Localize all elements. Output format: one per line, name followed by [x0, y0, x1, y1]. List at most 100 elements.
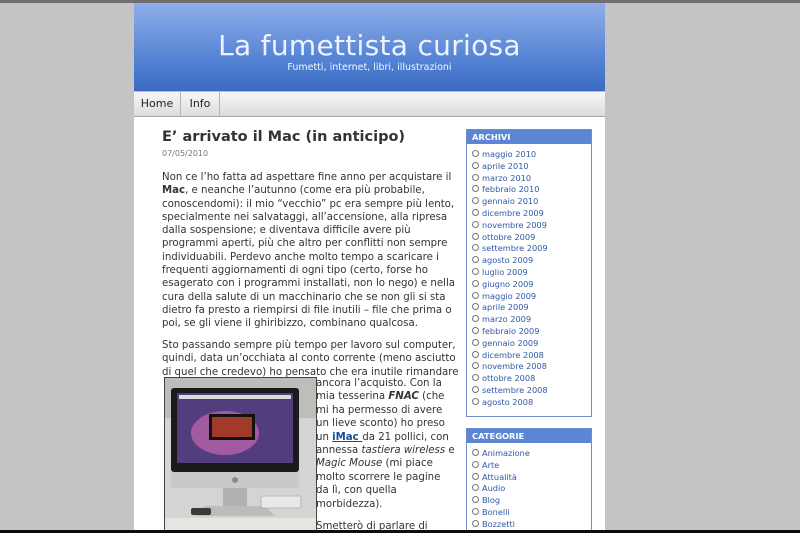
bullet-icon	[472, 397, 479, 405]
category-item[interactable]: Attualità	[472, 472, 591, 484]
archive-item[interactable]: agosto 2008	[472, 397, 591, 409]
bullet-icon	[472, 350, 479, 358]
bullet-icon	[472, 173, 479, 181]
post-paragraph-2: Sto passando sempre più tempo per lavoro…	[162, 339, 459, 379]
text-line: Non ce l’ho fatta ad aspettare fine anno…	[162, 172, 452, 183]
post-date: 07/05/2010	[162, 149, 209, 158]
text-line: ancora l’acquisto. Con la	[316, 378, 442, 389]
bullet-icon	[472, 472, 479, 480]
category-item[interactable]: Arte	[472, 460, 591, 472]
archive-item[interactable]: dicembre 2009	[472, 208, 591, 220]
archive-item[interactable]: novembre 2009	[472, 220, 591, 232]
category-item-label: Bozzetti	[482, 518, 515, 529]
imac-link[interactable]: iMac	[332, 432, 362, 443]
archive-item[interactable]: maggio 2009	[472, 291, 591, 303]
archive-item-label: settembre 2009	[482, 243, 548, 254]
bold-text: Mac	[162, 185, 186, 197]
text-line: programmi aperti, più che altro per conf…	[162, 238, 448, 250]
imac-photo-graphic	[165, 378, 316, 530]
category-item[interactable]: Blog	[472, 495, 591, 507]
text-span: , e neanche l’autunno (come era più prob…	[185, 185, 425, 197]
archive-item[interactable]: giugno 2009	[472, 279, 591, 291]
archive-widget: ARCHIVI maggio 2010 aprile 2010 marzo 2010…	[466, 129, 592, 417]
archive-item[interactable]: dicembre 2008	[472, 350, 591, 362]
archive-item[interactable]: settembre 2008	[472, 385, 591, 397]
text-line: annessa tastiera wireless e	[316, 444, 455, 457]
text-line: frequenti aggiornamenti di ogni tipo (ce…	[162, 265, 428, 277]
archive-item-label: febbraio 2009	[482, 325, 540, 336]
archive-item[interactable]: gennaio 2010	[472, 196, 591, 208]
bullet-icon	[472, 362, 479, 370]
bullet-icon	[472, 519, 479, 527]
archive-item[interactable]: ottobre 2008	[472, 373, 591, 385]
archive-item[interactable]: luglio 2009	[472, 267, 591, 279]
bullet-icon	[472, 449, 479, 456]
category-item-label: Audio	[482, 483, 506, 494]
bullet-icon	[472, 385, 479, 393]
imac-photo[interactable]	[164, 377, 317, 530]
archive-item-label: agosto 2008	[482, 396, 534, 407]
nav-home[interactable]: Home	[134, 92, 181, 116]
bullet-icon	[472, 197, 479, 205]
categories-widget: CATEGORIE Animazione Arte Attualità Audio Bl…	[466, 428, 592, 530]
text-line: Smetterò di parlare di	[316, 521, 428, 530]
archive-item[interactable]: ottobre 2009	[472, 232, 591, 244]
blog-title[interactable]: La fumettista curiosa	[134, 30, 605, 62]
archive-item-label: maggio 2010	[482, 149, 537, 159]
archive-item-label: ottobre 2009	[482, 231, 536, 242]
text-line: poi, se gli viene il ghiribizzo, combina…	[162, 318, 418, 330]
text-line: molto scorrere le pagine	[316, 471, 441, 483]
text-line: quindi, data un’occhiata al conto corren…	[162, 353, 456, 365]
text-line: da lì, con quella	[316, 485, 397, 497]
text-line: un iMac da 21 pollici, con	[316, 431, 451, 444]
archive-heading: ARCHIVI	[467, 130, 591, 144]
archive-item-label: aprile 2010	[482, 160, 529, 171]
bullet-icon	[472, 484, 479, 492]
archive-item-label: gennaio 2009	[482, 337, 539, 348]
archive-item[interactable]: maggio 2010	[472, 149, 591, 161]
category-item-label: Arte	[482, 459, 500, 470]
text-line: conoscendomi): il mio “vecchio” pc era s…	[162, 198, 455, 210]
text-span: (che	[418, 391, 445, 403]
bullet-icon	[472, 279, 479, 287]
archive-item-label: marzo 2010	[482, 172, 532, 183]
archive-item[interactable]: febbraio 2010	[472, 184, 591, 196]
category-item[interactable]: Audio	[472, 483, 591, 495]
text-line: individuabili. Perdevo anche molto tempo…	[162, 251, 439, 263]
archive-item[interactable]: agosto 2009	[472, 255, 591, 267]
text-span: mia tesserina	[316, 391, 389, 403]
archive-item[interactable]: aprile 2009	[472, 302, 591, 314]
archive-item-label: novembre 2008	[482, 361, 547, 372]
text-line: mia tesserina FNAC (che	[316, 390, 451, 403]
categories-heading: CATEGORIE	[467, 429, 591, 443]
archive-item[interactable]: gennaio 2009	[472, 338, 591, 350]
archive-item-label: dicembre 2009	[482, 207, 544, 218]
bullet-icon	[472, 220, 479, 228]
archive-item-label: settembre 2008	[482, 384, 548, 395]
archive-item[interactable]: novembre 2008	[472, 361, 591, 373]
post-paragraph-3: ancora l’acquisto. Con la mia tesserina …	[316, 377, 455, 530]
bullet-icon	[472, 338, 479, 346]
category-item[interactable]: Bonelli	[472, 507, 591, 519]
text-span: un	[316, 431, 333, 443]
archive-item[interactable]: marzo 2010	[472, 173, 591, 185]
bullet-icon	[472, 244, 479, 252]
bullet-icon	[472, 326, 479, 334]
text-line: Mac, e neanche l’autunno (come era più p…	[162, 184, 454, 197]
nav-info[interactable]: Info	[181, 92, 220, 116]
text-line: mi ha permesso di avere	[316, 404, 443, 416]
text-line: cura della salute di un macchinario che …	[162, 291, 446, 303]
category-item[interactable]: Animazione	[472, 448, 591, 460]
archive-item[interactable]: settembre 2009	[472, 243, 591, 255]
archive-item[interactable]: febbraio 2009	[472, 326, 591, 338]
category-item-label: Attualità	[482, 471, 517, 482]
archive-item-label: aprile 2009	[482, 302, 529, 313]
text-line: esagerato con i programmi installati, no…	[162, 278, 456, 290]
bullet-icon	[472, 267, 479, 275]
post-title[interactable]: E’ arrivato il Mac (in anticipo)	[162, 129, 405, 145]
fnac-emphasis: FNAC	[388, 391, 419, 403]
category-item[interactable]: Bozzetti	[472, 519, 591, 530]
archive-item[interactable]: aprile 2010	[472, 161, 591, 173]
archive-item[interactable]: marzo 2009	[472, 314, 591, 326]
bullet-icon	[472, 496, 479, 504]
